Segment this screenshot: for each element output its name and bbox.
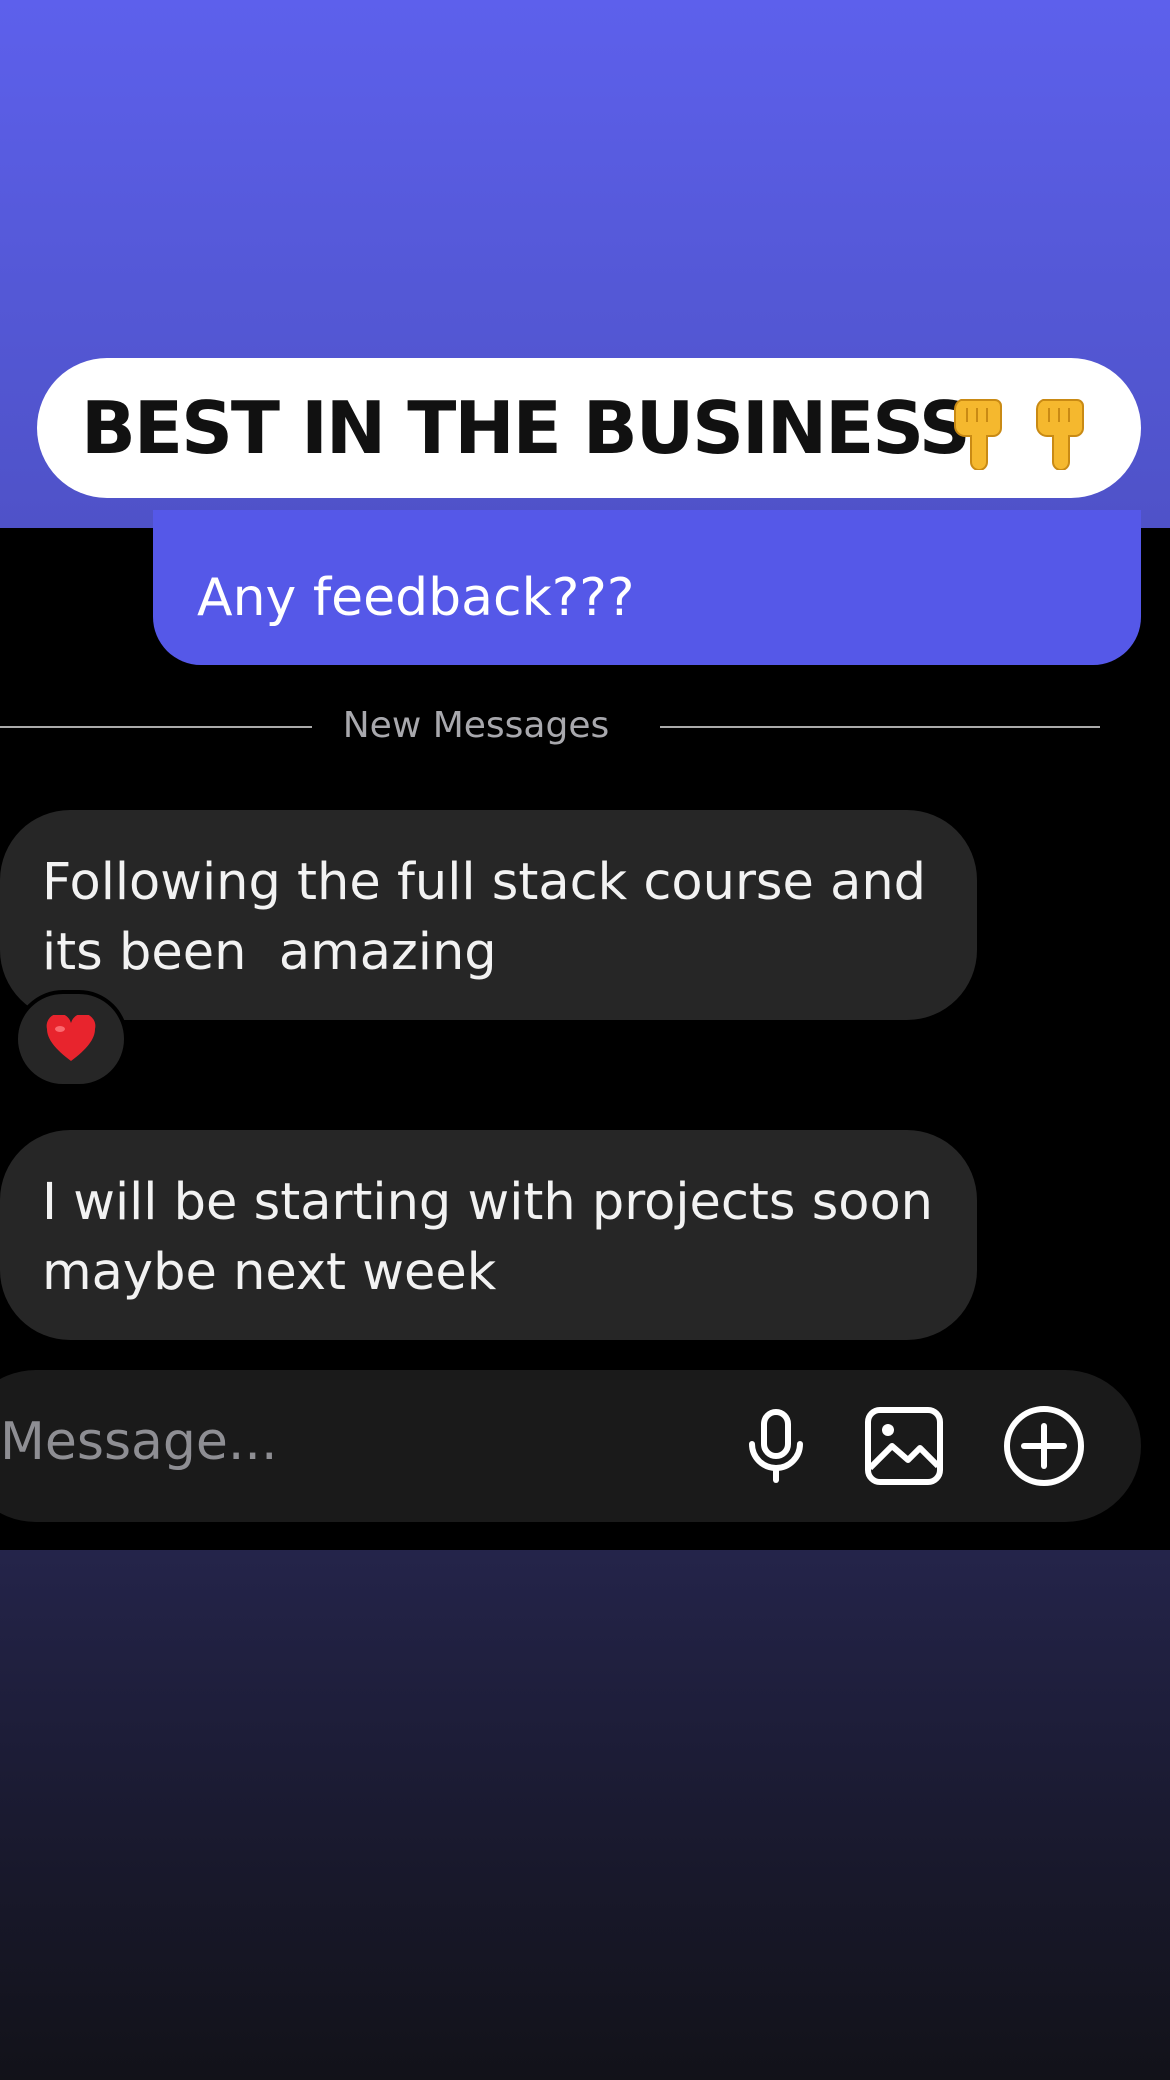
received-message-text: Following the full stack course and its …: [42, 853, 927, 982]
pointing-down-icon: [953, 399, 1002, 470]
heart-icon: [46, 1015, 96, 1061]
pointing-down-icon: [1035, 399, 1084, 470]
message-reaction[interactable]: [14, 990, 128, 1088]
message-input[interactable]: [0, 1412, 650, 1472]
divider-line-left: [0, 726, 312, 728]
bottom-background: [0, 1550, 1170, 2080]
sent-message-text: Any feedback???: [197, 567, 635, 628]
new-messages-divider: New Messages: [342, 705, 610, 746]
received-message-text: I will be starting with projects soon ma…: [42, 1173, 934, 1302]
received-message-bubble[interactable]: Following the full stack course and its …: [0, 810, 977, 1020]
divider-line-right: [660, 726, 1100, 728]
image-icon[interactable]: [864, 1406, 944, 1486]
message-composer: [0, 1370, 1141, 1522]
received-message-bubble[interactable]: I will be starting with projects soon ma…: [0, 1130, 977, 1340]
sent-message-bubble[interactable]: Any feedback???: [153, 510, 1141, 665]
plus-circle-icon[interactable]: [1002, 1404, 1086, 1488]
microphone-icon[interactable]: [736, 1406, 816, 1486]
headline-banner: BEST IN THE BUSINESS: [37, 358, 1141, 498]
headline-text: BEST IN THE BUSINESS: [81, 386, 971, 470]
